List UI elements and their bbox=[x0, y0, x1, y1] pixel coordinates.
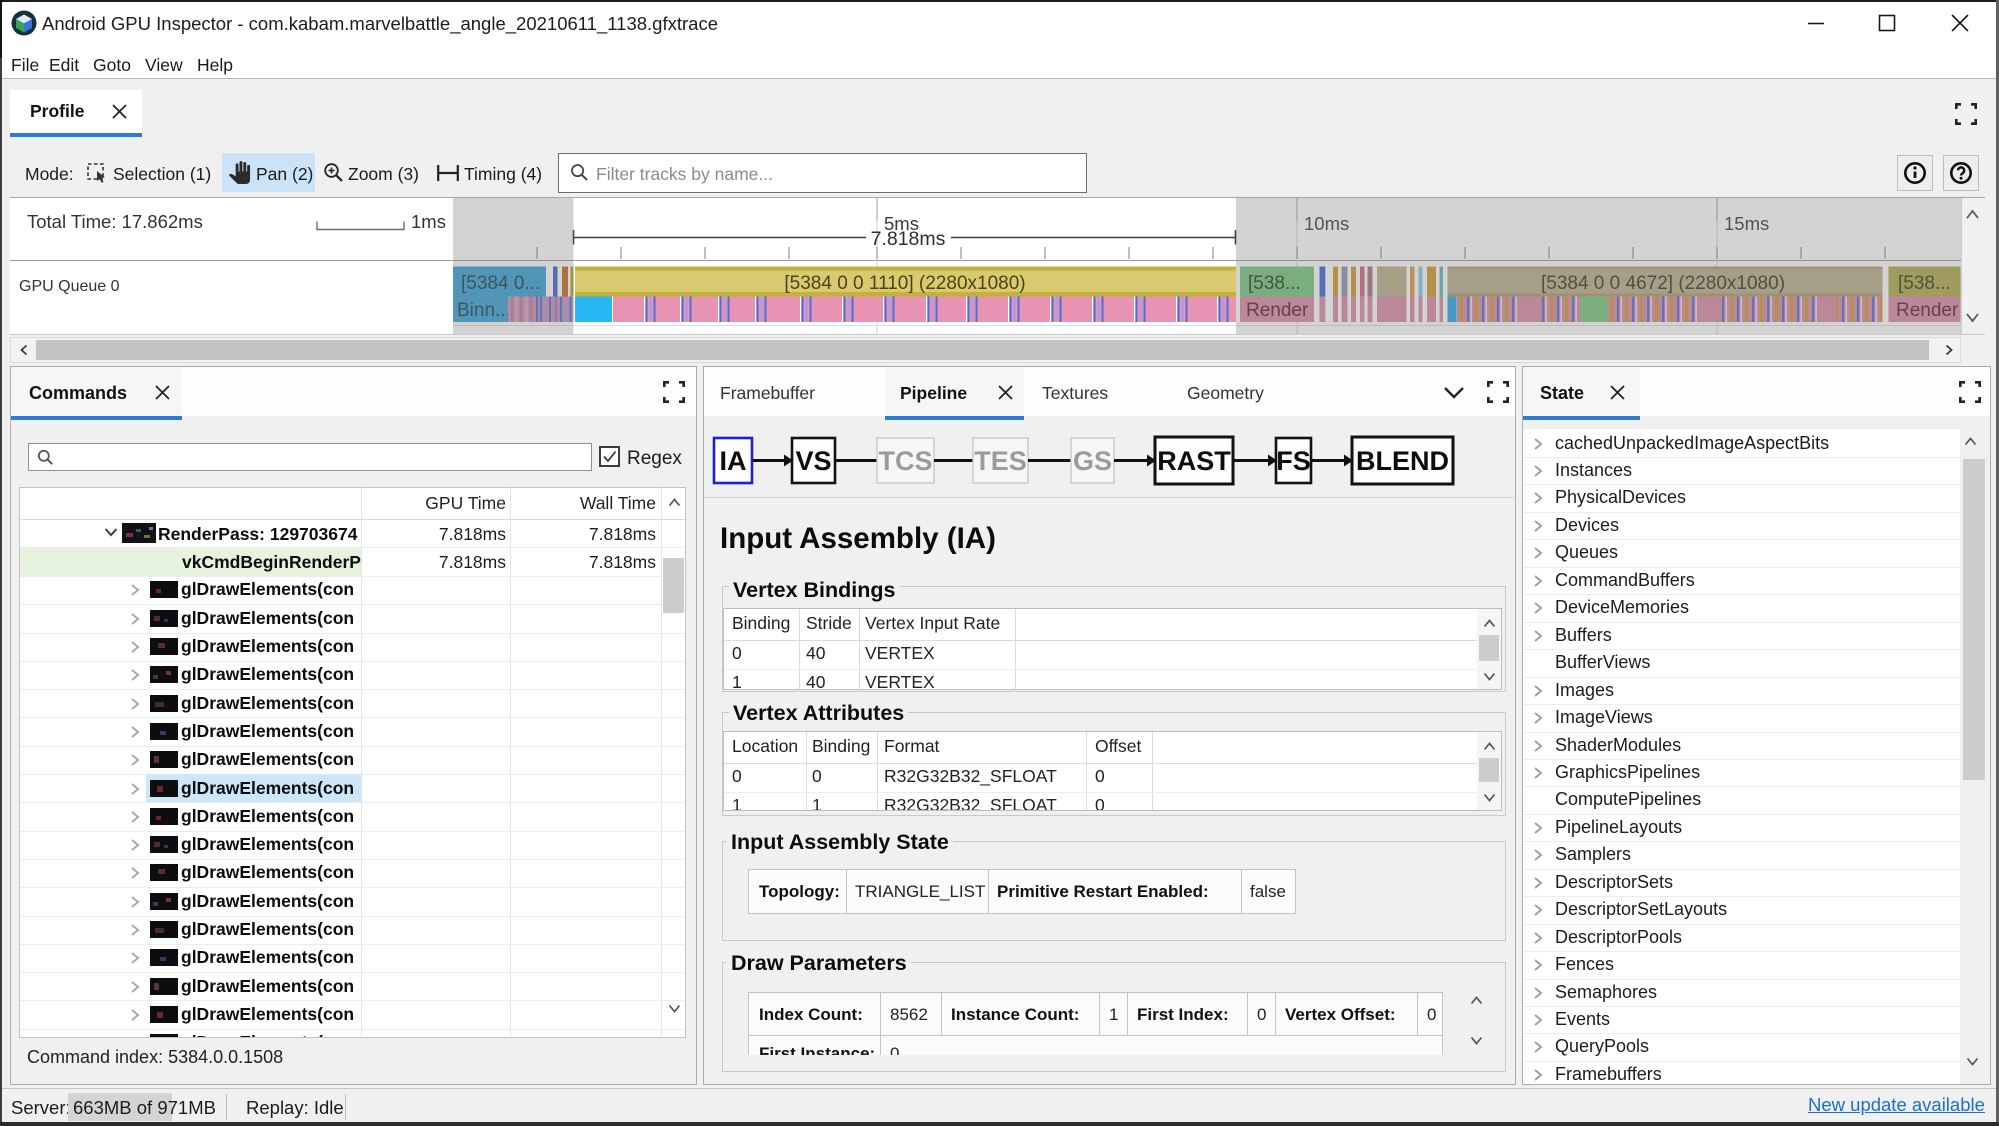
svg-text:GPU Queue 0: GPU Queue 0 bbox=[19, 278, 120, 295]
svg-text:GS: GS bbox=[1073, 446, 1112, 476]
svg-text:RAST: RAST bbox=[1157, 446, 1231, 476]
svg-text:Total Time: 17.862ms: Total Time: 17.862ms bbox=[27, 211, 203, 232]
svg-text:1ms: 1ms bbox=[411, 211, 446, 232]
svg-text:FS: FS bbox=[1276, 446, 1311, 476]
svg-text:TES: TES bbox=[974, 446, 1027, 476]
svg-text:7.818ms: 7.818ms bbox=[871, 228, 946, 250]
svg-text:TCS: TCS bbox=[879, 446, 933, 476]
svg-text:VS: VS bbox=[795, 446, 831, 476]
svg-text:[5384 0 0 1110] (2280x1080): [5384 0 0 1110] (2280x1080) bbox=[784, 273, 1025, 294]
svg-text:IA: IA bbox=[720, 446, 747, 476]
svg-text:BLEND: BLEND bbox=[1356, 446, 1449, 476]
